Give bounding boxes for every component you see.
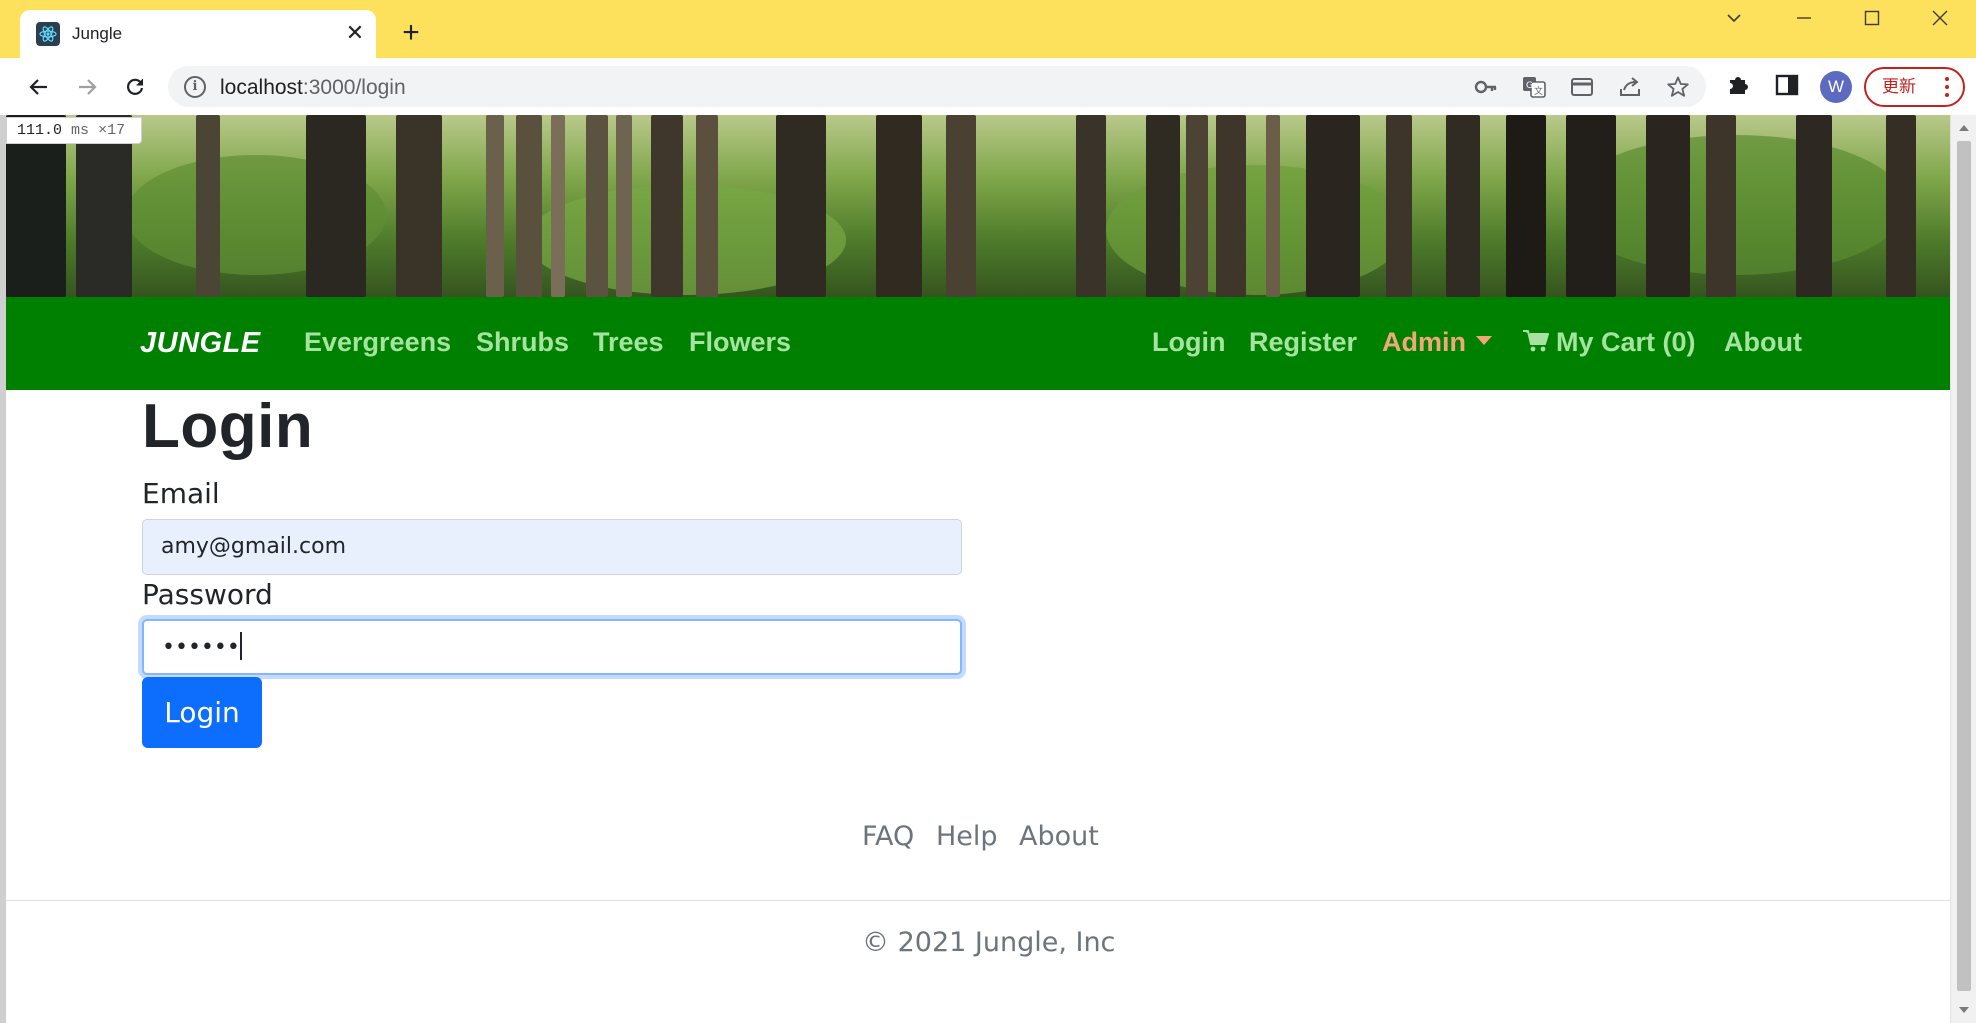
login-submit-button[interactable]: Login — [142, 677, 262, 748]
reload-icon[interactable] — [118, 70, 152, 104]
main-navbar: JUNGLE Evergreens Shrubs Trees Flowers L… — [6, 297, 1950, 390]
translate-icon[interactable]: G文 — [1522, 76, 1546, 98]
tab-title: Jungle — [72, 24, 123, 43]
devtools-timing-badge: 111.0 ms ×17 — [6, 117, 142, 144]
key-icon[interactable] — [1474, 76, 1498, 98]
extensions-puzzle-icon[interactable] — [1726, 72, 1754, 100]
password-label: Password — [142, 578, 273, 611]
brand-logo[interactable]: JUNGLE — [140, 327, 261, 360]
page-title: Login — [142, 392, 314, 461]
password-field[interactable]: •••••• — [142, 619, 962, 675]
browser-tab[interactable]: Jungle ✕ — [20, 10, 376, 58]
browser-toolbar: i localhost:3000/login G文 W 更新 — [0, 58, 1976, 115]
side-panel-icon[interactable] — [1774, 72, 1802, 100]
close-window-icon[interactable] — [1920, 4, 1960, 34]
text-cursor — [239, 632, 242, 660]
card-icon[interactable] — [1570, 76, 1594, 98]
share-icon[interactable] — [1618, 76, 1642, 98]
scrollbar-thumb[interactable] — [1957, 141, 1971, 991]
nav-evergreens[interactable]: Evergreens — [304, 327, 451, 358]
react-favicon-icon — [36, 22, 60, 46]
nav-cart[interactable]: My Cart (0) — [1522, 327, 1696, 358]
maximize-icon[interactable] — [1852, 4, 1892, 34]
back-icon[interactable] — [22, 70, 56, 104]
footer-about-link[interactable]: About — [1019, 821, 1099, 852]
scroll-down-icon[interactable] — [1959, 1007, 1969, 1013]
url-text: localhost:3000/login — [220, 76, 406, 99]
new-tab-icon[interactable]: + — [396, 18, 426, 48]
page-scrollbar[interactable] — [1950, 115, 1976, 1023]
nav-trees[interactable]: Trees — [593, 327, 664, 358]
tab-search-chevron-icon[interactable] — [1714, 4, 1754, 34]
svg-text:文: 文 — [1534, 85, 1543, 97]
nav-login[interactable]: Login — [1152, 327, 1225, 358]
page-viewport: JUNGLE Evergreens Shrubs Trees Flowers L… — [6, 115, 1950, 1023]
caret-down-icon — [1476, 336, 1492, 346]
footer-divider — [6, 900, 1950, 901]
address-bar[interactable]: i localhost:3000/login G文 — [168, 66, 1706, 107]
cart-icon — [1523, 329, 1549, 352]
nav-register[interactable]: Register — [1249, 327, 1357, 358]
email-label: Email — [142, 477, 220, 510]
tab-close-icon[interactable]: ✕ — [342, 20, 368, 46]
profile-avatar[interactable]: W — [1820, 71, 1852, 103]
nav-admin-dropdown[interactable]: Admin — [1382, 327, 1492, 358]
update-button[interactable]: 更新 — [1864, 67, 1965, 107]
footer-faq-link[interactable]: FAQ — [862, 821, 914, 852]
forest-banner-image — [6, 115, 1950, 297]
nav-flowers[interactable]: Flowers — [689, 327, 791, 358]
menu-kebab-icon — [1945, 77, 1949, 101]
scroll-up-icon[interactable] — [1959, 125, 1969, 131]
bookmark-star-icon[interactable] — [1666, 76, 1690, 98]
site-info-icon[interactable]: i — [184, 76, 206, 98]
footer-help-link[interactable]: Help — [936, 821, 998, 852]
nav-shrubs[interactable]: Shrubs — [476, 327, 569, 358]
minimize-icon[interactable] — [1784, 4, 1824, 34]
forward-icon[interactable] — [70, 70, 104, 104]
email-field[interactable]: amy@gmail.com — [142, 519, 962, 575]
svg-text:G: G — [1526, 81, 1533, 91]
nav-about[interactable]: About — [1724, 327, 1802, 358]
browser-tab-strip: Jungle ✕ + — [0, 0, 1976, 58]
copyright-text: © 2021 Jungle, Inc — [862, 927, 1116, 958]
